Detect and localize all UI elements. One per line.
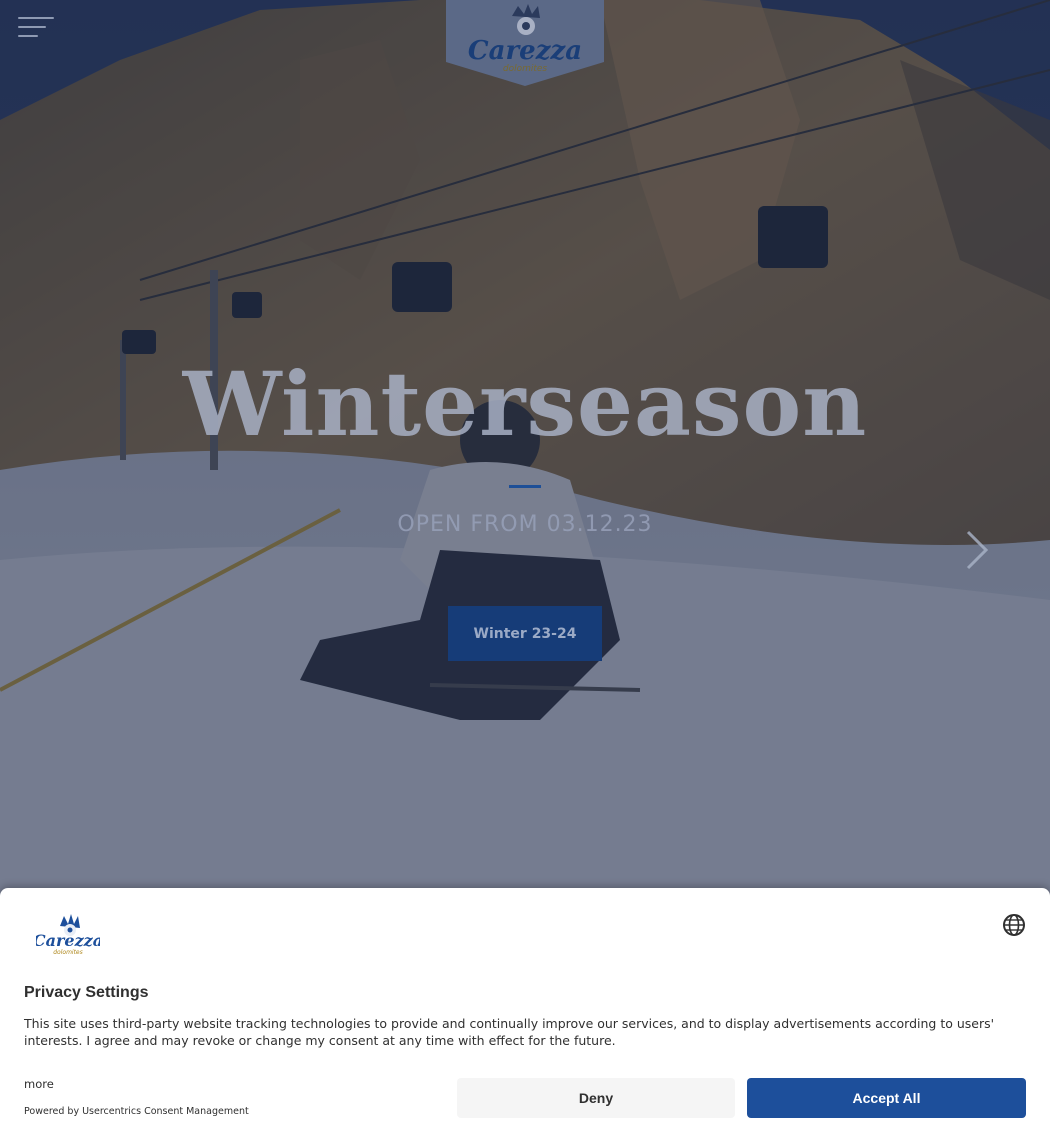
- accept-all-button[interactable]: Accept All: [747, 1078, 1026, 1118]
- hero-divider: [509, 485, 541, 488]
- more-link[interactable]: more: [24, 1077, 54, 1091]
- deny-button[interactable]: Deny: [457, 1078, 735, 1118]
- consent-title: Privacy Settings: [24, 984, 149, 1001]
- consent-description: This site uses third-party website track…: [24, 1016, 995, 1048]
- hero-title: Winterseason: [182, 352, 868, 456]
- logo-word: Carezza: [468, 36, 582, 66]
- menu-toggle-button[interactable]: [14, 14, 58, 44]
- chevron-right-icon[interactable]: [958, 528, 994, 572]
- consent-logo: Carezza dolomites: [36, 914, 100, 956]
- logo-word: Carezza: [36, 931, 100, 950]
- logo-sub: dolomites: [53, 949, 83, 956]
- powered-by-text: Powered by Usercentrics Consent Manageme…: [24, 1106, 249, 1117]
- hamburger-line: [18, 35, 38, 37]
- privacy-consent-banner: Carezza dolomites Privacy Settings This …: [0, 888, 1050, 1142]
- hamburger-line: [18, 17, 54, 19]
- winter-season-button[interactable]: Winter 23-24: [448, 606, 602, 661]
- hamburger-line: [18, 26, 46, 28]
- hero-subtitle: OPEN FROM 03.12.23: [397, 512, 653, 537]
- logo-sub: dolomites: [503, 64, 548, 74]
- globe-icon[interactable]: [1002, 913, 1026, 937]
- carezza-logo-badge[interactable]: Carezza dolomites: [446, 0, 604, 86]
